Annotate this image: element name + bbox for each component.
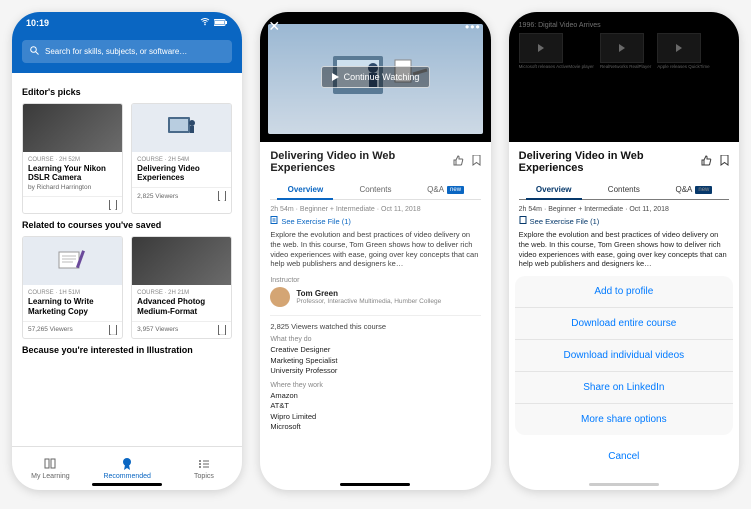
- companies-label: Where they work: [270, 382, 480, 389]
- card-title: Advanced Photog Medium-Format: [137, 297, 226, 315]
- clock: 10:19: [26, 18, 49, 28]
- card-thumbnail: [132, 104, 231, 152]
- card-viewers: 57,265 Viewers: [28, 326, 73, 333]
- card-meta: COURSE · 2h 21m: [137, 290, 226, 296]
- play-icon: [332, 73, 339, 81]
- card-thumbnail: [23, 104, 122, 152]
- course-meta: 2h 54m · Beginner + Intermediate · Oct 1…: [270, 206, 480, 213]
- sheet-cancel[interactable]: Cancel: [515, 441, 733, 472]
- tab-label: Topics: [194, 473, 214, 480]
- search-placeholder: Search for skills, subjects, or software…: [45, 47, 187, 56]
- card-meta: COURSE · 1h 51m: [28, 290, 117, 296]
- course-card[interactable]: COURSE · 2h 54m Delivering Video Experie…: [131, 103, 232, 214]
- home-content: Editor's picks COURSE · 2h 52m Learning …: [12, 73, 242, 446]
- list-item: Creative Designer: [270, 345, 480, 356]
- course-title-row: Delivering Video in Web Experiences: [270, 150, 480, 174]
- list-icon: [197, 457, 211, 471]
- sheet-add-to-profile[interactable]: Add to profile: [515, 276, 733, 308]
- home-indicator: [340, 483, 410, 486]
- wifi-icon: [200, 18, 210, 28]
- book-icon: [43, 457, 57, 471]
- companies-list: Amazon AT&T Wipro Limited Microsoft: [270, 391, 480, 433]
- more-icon[interactable]: •••: [465, 20, 481, 34]
- close-icon[interactable]: ✕: [268, 18, 280, 35]
- sheet-more-options[interactable]: More share options: [515, 404, 733, 435]
- instructor-name: Tom Green: [296, 289, 441, 298]
- card-title: Learning to Write Marketing Copy: [28, 297, 117, 315]
- bookmark-icon[interactable]: [472, 155, 481, 169]
- card-title: Learning Your Nikon DSLR Camera: [28, 164, 117, 182]
- video-player[interactable]: ✕ ••• Continue Watching: [260, 12, 490, 142]
- search-bar: Search for skills, subjects, or software…: [12, 34, 242, 73]
- section-editors-picks: Editor's picks: [22, 87, 232, 97]
- continue-label: Continue Watching: [344, 72, 420, 82]
- list-item: University Professor: [270, 366, 480, 377]
- exercise-file-link[interactable]: See Exercise File (1): [270, 216, 480, 226]
- course-description: Explore the evolution and best practices…: [270, 230, 480, 269]
- tab-contents[interactable]: Contents: [340, 180, 410, 199]
- sheet-share-linkedin[interactable]: Share on LinkedIn: [515, 372, 733, 404]
- action-sheet: Add to profile Download entire course Do…: [515, 276, 733, 435]
- bookmark-icon[interactable]: [218, 325, 226, 335]
- section-related: Related to courses you've saved: [22, 220, 232, 230]
- list-item: Wipro Limited: [270, 412, 480, 423]
- roles-list: Creative Designer Marketing Specialist U…: [270, 345, 480, 377]
- battery-icon: [214, 18, 228, 28]
- course-title: Delivering Video in Web Experiences: [270, 150, 452, 174]
- course-card[interactable]: COURSE · 2h 21m Advanced Photog Medium-F…: [131, 236, 232, 338]
- tab-topics[interactable]: Topics: [166, 447, 243, 490]
- new-badge: new: [447, 186, 464, 194]
- instructor-label: Instructor: [270, 277, 480, 284]
- card-title: Delivering Video Experiences: [137, 164, 226, 182]
- card-thumbnail: [132, 237, 231, 285]
- tab-qa[interactable]: Q&Anew: [411, 180, 481, 199]
- card-viewers: 2,825 Viewers: [137, 193, 178, 200]
- viewers-count: 2,825 Viewers watched this course: [270, 315, 480, 331]
- file-icon: [270, 216, 278, 226]
- tab-label: My Learning: [31, 473, 70, 480]
- card-row: COURSE · 1h 51m Learning to Write Market…: [22, 236, 232, 338]
- search-icon: [30, 46, 39, 57]
- card-author: by Richard Harrington: [28, 184, 117, 191]
- continue-watching-button[interactable]: Continue Watching: [321, 66, 431, 88]
- phone-course-detail: ✕ ••• Continue Watching Delivering Video…: [260, 12, 490, 490]
- card-thumbnail: [23, 237, 122, 285]
- status-icons: [200, 18, 228, 28]
- detail-tabs: Overview Contents Q&Anew: [270, 180, 480, 200]
- course-card[interactable]: COURSE · 1h 51m Learning to Write Market…: [22, 236, 123, 338]
- course-detail: Delivering Video in Web Experiences Over…: [260, 142, 490, 490]
- card-row: COURSE · 2h 52m Learning Your Nikon DSLR…: [22, 103, 232, 214]
- sheet-download-videos[interactable]: Download individual videos: [515, 340, 733, 372]
- badge-icon: [120, 457, 134, 471]
- status-bar: 10:19: [12, 12, 242, 34]
- instructor-row[interactable]: Tom Green Professor, Interactive Multime…: [270, 287, 480, 307]
- card-viewers: 3,957 Viewers: [137, 326, 178, 333]
- roles-label: What they do: [270, 336, 480, 343]
- tab-overview[interactable]: Overview: [270, 180, 340, 199]
- tab-label: Recommended: [103, 473, 150, 480]
- card-meta: COURSE · 2h 54m: [137, 157, 226, 163]
- section-interested: Because you're interested in Illustratio…: [22, 345, 232, 355]
- bookmark-icon[interactable]: [109, 200, 117, 210]
- list-item: Marketing Specialist: [270, 356, 480, 367]
- home-indicator: [92, 483, 162, 486]
- instructor-title: Professor, Interactive Multimedia, Humbe…: [296, 298, 441, 305]
- action-sheet-overlay: Add to profile Download entire course Do…: [509, 12, 739, 490]
- sheet-download-course[interactable]: Download entire course: [515, 308, 733, 340]
- search-input[interactable]: Search for skills, subjects, or software…: [22, 40, 232, 63]
- phone-home: 10:19 Search for skills, subjects, or so…: [12, 12, 242, 490]
- list-item: AT&T: [270, 401, 480, 412]
- tab-my-learning[interactable]: My Learning: [12, 447, 89, 490]
- list-item: Microsoft: [270, 422, 480, 433]
- like-icon[interactable]: [453, 155, 464, 169]
- phone-action-sheet: 1996: Digital Video Arrives Microsoft re…: [509, 12, 739, 490]
- bookmark-icon[interactable]: [109, 325, 117, 335]
- bookmark-icon[interactable]: [218, 191, 226, 201]
- avatar: [270, 287, 290, 307]
- home-indicator: [589, 483, 659, 486]
- course-card[interactable]: COURSE · 2h 52m Learning Your Nikon DSLR…: [22, 103, 123, 214]
- card-meta: COURSE · 2h 52m: [28, 157, 117, 163]
- list-item: Amazon: [270, 391, 480, 402]
